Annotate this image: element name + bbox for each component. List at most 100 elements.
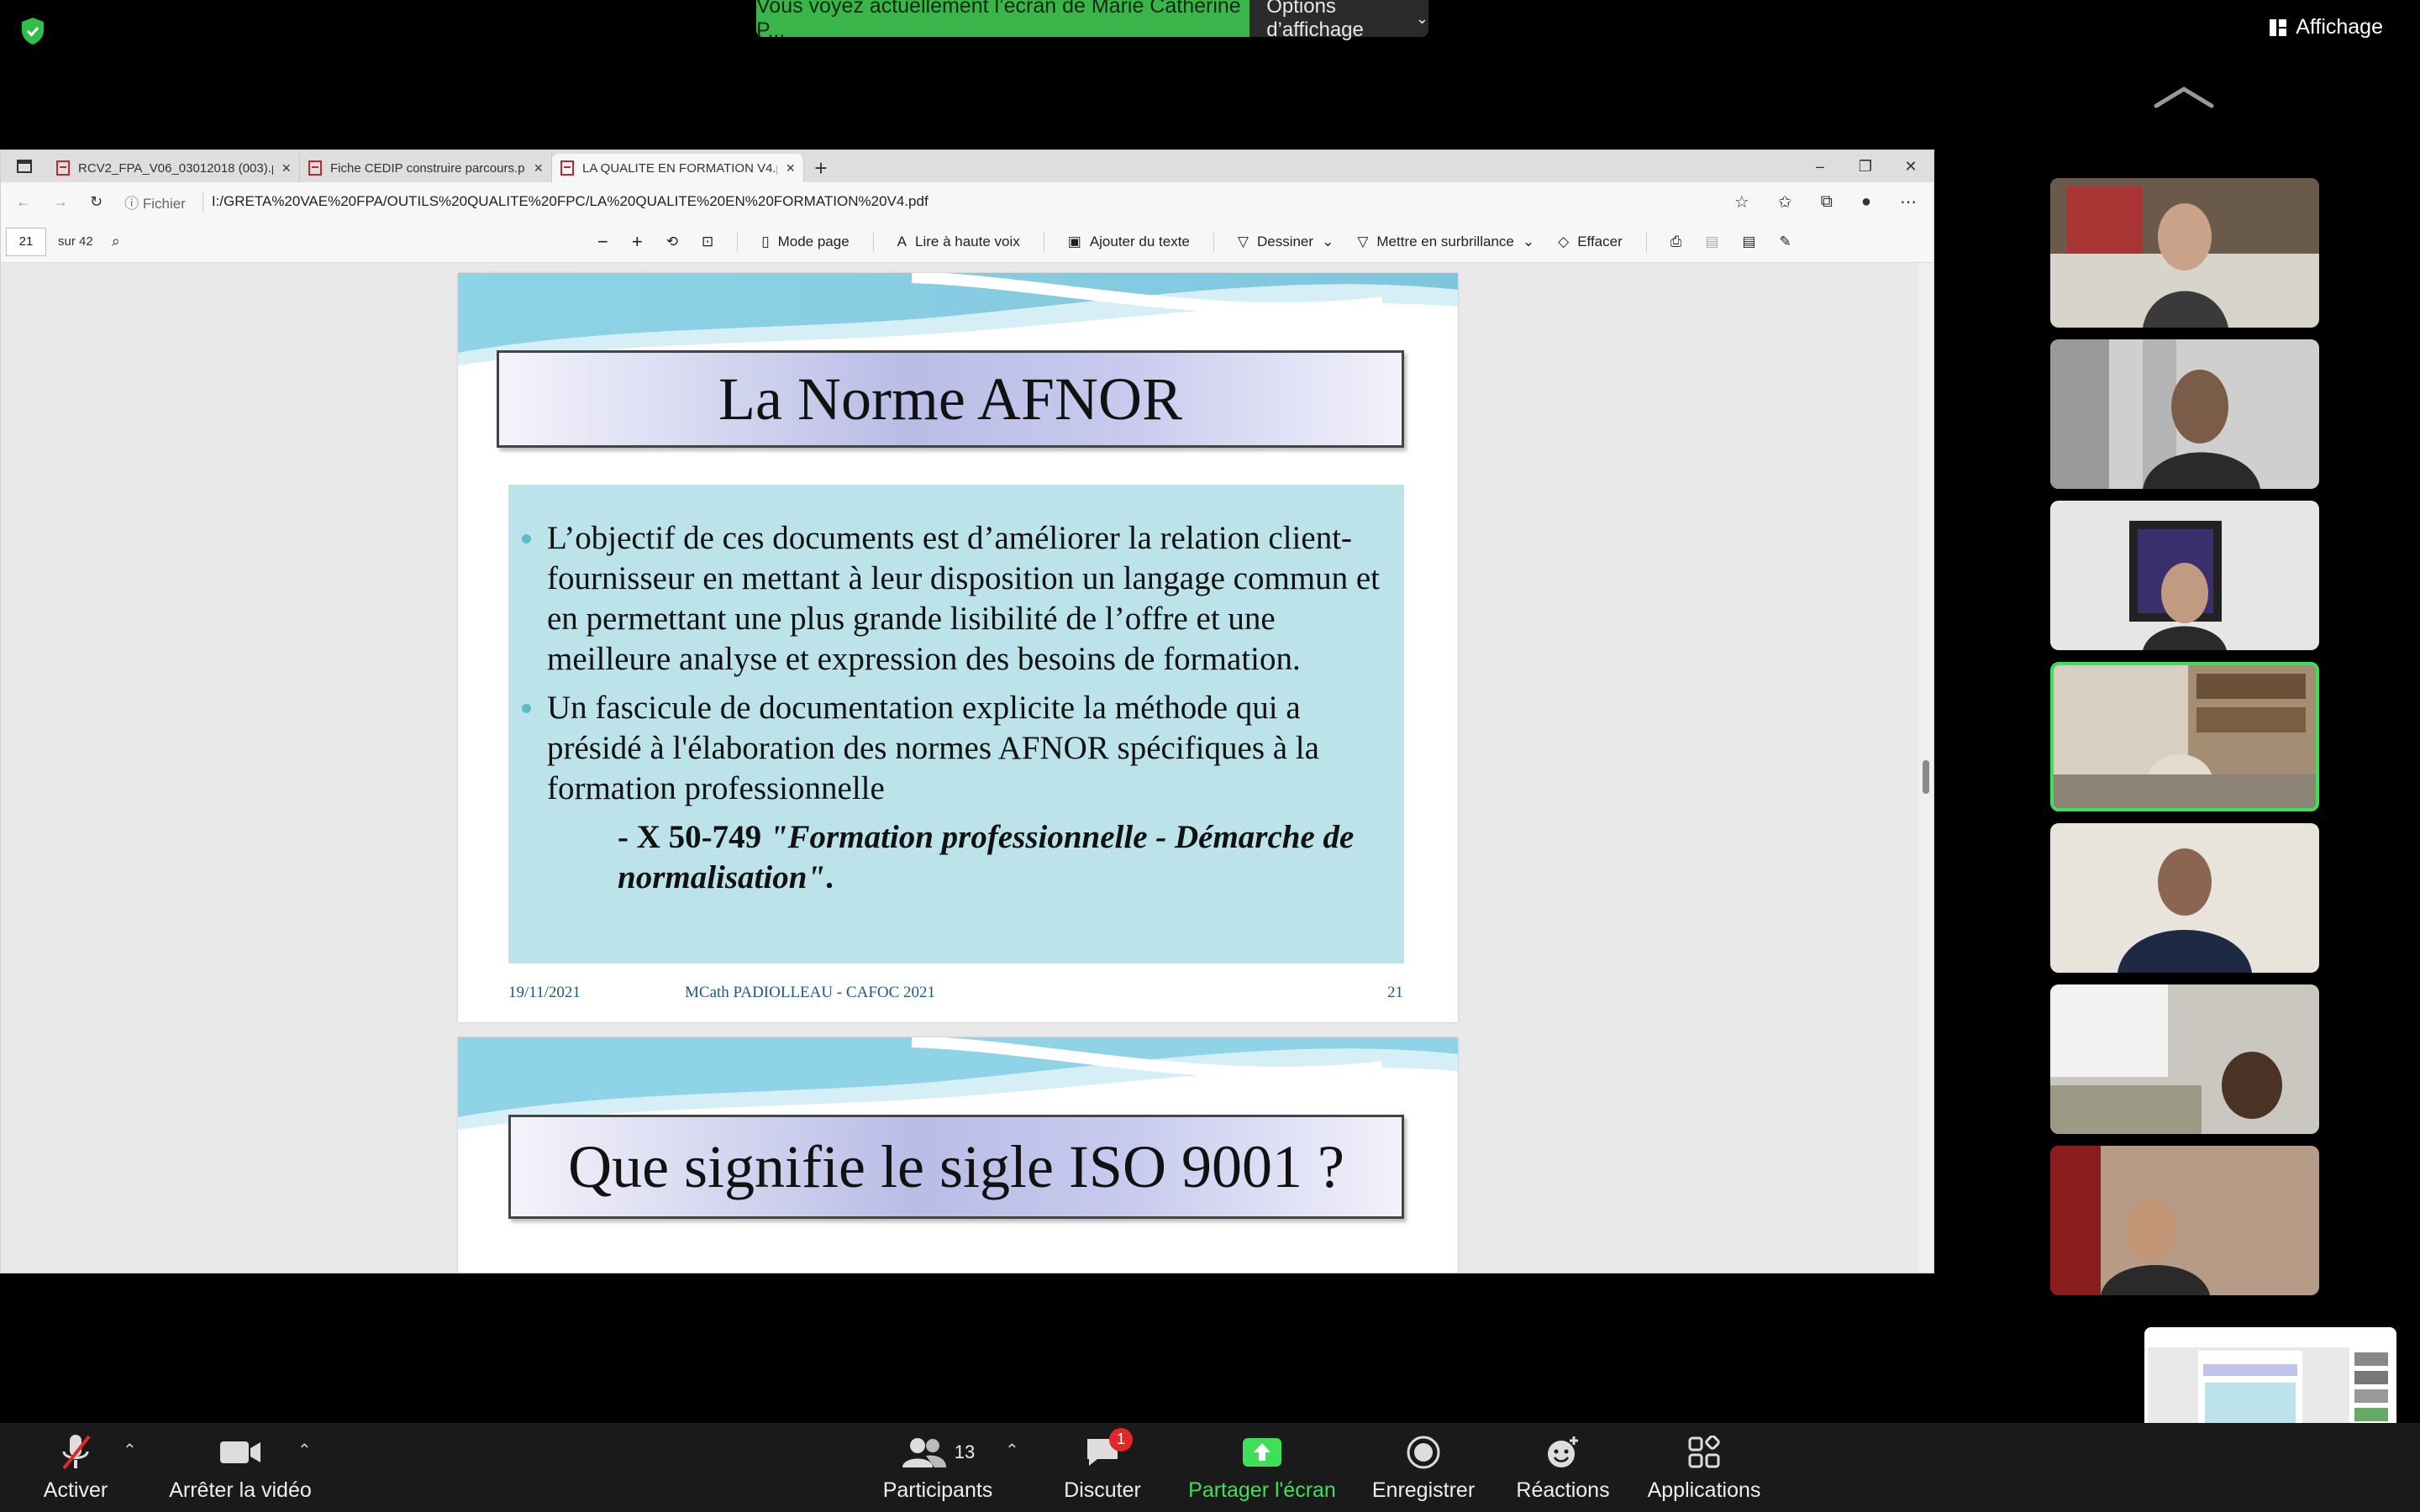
book-icon: ▯	[761, 234, 770, 249]
chevron-down-icon[interactable]: ⌄	[1523, 234, 1534, 250]
search-icon[interactable]: ⌕	[112, 233, 120, 250]
read-aloud-button[interactable]: A Lire à haute voix	[897, 234, 1020, 250]
participant-video-icon	[2054, 665, 2316, 808]
minimize-icon[interactable]: –	[1797, 150, 1843, 182]
close-tab-icon[interactable]: ×	[534, 160, 543, 177]
share-screen-label: Partager l'écran	[1188, 1478, 1336, 1502]
view-button-label: Affichage	[2296, 15, 2383, 39]
tab-qualite-formation[interactable]: LA QUALITE EN FORMATION V4.pdf ×	[552, 154, 804, 182]
tab-actions-icon[interactable]	[1, 150, 48, 182]
participant-video-tile[interactable]	[2050, 501, 2319, 650]
zoom-out-icon[interactable]: −	[597, 231, 608, 253]
participant-video-tile[interactable]	[2050, 339, 2319, 489]
pdf-page-22: Que signifie le sigle ISO 9001 ?	[458, 1037, 1458, 1273]
tab-strip: RCV2_FPA_V06_03012018 (003).pdf × Fiche …	[1, 150, 1933, 182]
chevron-up-icon[interactable]	[2153, 84, 2215, 109]
rotate-icon[interactable]: ⟲	[666, 234, 678, 250]
text-box-icon: ▣	[1067, 234, 1081, 249]
close-tab-icon[interactable]: ×	[786, 160, 795, 177]
unmute-button[interactable]: Activer	[34, 1423, 118, 1512]
add-text-label: Ajouter du texte	[1089, 234, 1190, 249]
stop-video-button[interactable]: Arrêter la vidéo	[165, 1423, 316, 1512]
participant-video-icon	[2050, 501, 2319, 650]
participants-button[interactable]: 13 Participants	[879, 1423, 997, 1512]
chat-button[interactable]: 1 Discuter	[1052, 1423, 1153, 1512]
view-options-button[interactable]: Options d’affichage ⌄	[1249, 0, 1428, 41]
window-controls: – ❐ ✕	[1797, 150, 1933, 182]
highlight-button[interactable]: ▽ Mettre en surbrillance ⌄	[1357, 234, 1534, 250]
back-icon[interactable]: ←	[16, 193, 31, 211]
tab-label: Fiche CEDIP construire parcours.pdf	[330, 160, 526, 176]
apps-button[interactable]: Applications	[1639, 1423, 1770, 1512]
chevron-up-icon[interactable]: ⌃	[297, 1440, 312, 1461]
participant-video-icon	[2050, 984, 2319, 1134]
slide-content: L’objectif de ces documents est d’amélio…	[508, 485, 1404, 963]
save-icon[interactable]: ▤	[1705, 234, 1718, 250]
pin-toolbar-icon[interactable]: ✎	[1779, 234, 1791, 250]
apps-label: Applications	[1647, 1478, 1761, 1502]
favorites-icon[interactable]: ✩	[1778, 192, 1792, 213]
chevron-up-icon[interactable]: ⌃	[123, 1440, 137, 1461]
participants-label: Participants	[882, 1478, 993, 1502]
highlighter-icon: ▽	[1357, 234, 1369, 249]
slide-title: La Norme AFNOR	[497, 350, 1404, 448]
participants-icon: 13	[901, 1433, 975, 1472]
pdf-viewer[interactable]: La Norme AFNOR L’objectif de ces documen…	[1, 263, 1920, 1273]
scrollbar-thumb[interactable]	[1923, 760, 1929, 794]
profile-icon[interactable]: ●	[1861, 192, 1871, 212]
fit-page-icon[interactable]: ⊡	[702, 234, 713, 250]
site-info[interactable]: ⓘ Fichier	[124, 191, 203, 213]
vertical-scrollbar[interactable]	[1918, 263, 1933, 1273]
save-as-icon[interactable]: ▤	[1742, 234, 1755, 250]
share-screen-icon	[1241, 1433, 1283, 1472]
erase-button[interactable]: ◇ Effacer	[1558, 234, 1623, 250]
norm-code: - X 50-749	[618, 819, 770, 855]
print-icon[interactable]: ⎙	[1670, 234, 1682, 250]
tab-fiche-cedip[interactable]: Fiche CEDIP construire parcours.pdf ×	[300, 154, 552, 182]
more-icon[interactable]: ⋯	[1900, 192, 1917, 213]
pdf-page-21: La Norme AFNOR L’objectif de ces documen…	[458, 273, 1458, 1022]
divider	[1213, 232, 1214, 252]
screen-share-banner: Vous voyez actuellement l’écran de Marie…	[756, 0, 1428, 42]
pdf-toolbar: 21 sur 42 ⌕ − + ⟲ ⊡ ▯ Mode page A Lire à h…	[1, 221, 1933, 263]
zoom-meeting-window: Vous voyez actuellement l’écran de Marie…	[0, 0, 2420, 1512]
chat-icon: 1	[1084, 1427, 1133, 1472]
chevron-up-icon[interactable]: ⌃	[1005, 1440, 1019, 1461]
forward-icon[interactable]: →	[53, 193, 68, 211]
view-button[interactable]: Affichage	[2269, 15, 2383, 39]
reactions-button[interactable]: Réactions	[1512, 1423, 1613, 1512]
pdf-tools: − + ⟲ ⊡ ▯ Mode page A Lire à haute voix ▣ A…	[597, 221, 1791, 263]
close-window-icon[interactable]: ✕	[1888, 150, 1933, 182]
close-tab-icon[interactable]: ×	[281, 160, 291, 177]
meeting-toolbar: Activer ⌃ Arrêter la vidéo ⌃ 13 Particip…	[0, 1423, 2420, 1512]
refresh-icon[interactable]: ↻	[90, 193, 103, 211]
add-text-button[interactable]: ▣ Ajouter du texte	[1068, 234, 1190, 250]
participant-video-tile[interactable]	[2050, 984, 2319, 1134]
tab-label: RCV2_FPA_V06_03012018 (003).pdf	[78, 160, 274, 176]
chevron-down-icon[interactable]: ⌄	[1322, 234, 1334, 250]
address-bar[interactable]: ⓘ Fichier I:/GRETA%20VAE%20FPA/OUTILS%20…	[124, 191, 929, 213]
bullet-item: Un fascicule de documentation explicite …	[522, 688, 1387, 809]
shield-check-icon[interactable]	[20, 17, 45, 45]
new-tab-button[interactable]: +	[804, 154, 838, 182]
page-view-button[interactable]: ▯ Mode page	[761, 234, 849, 250]
collections-icon[interactable]: ⧉	[1821, 192, 1833, 212]
tab-rcv2[interactable]: RCV2_FPA_V06_03012018 (003).pdf ×	[48, 154, 300, 182]
share-message: Vous voyez actuellement l’écran de Marie…	[756, 0, 1250, 42]
page-number-input[interactable]: 21	[6, 227, 46, 256]
share-screen-button[interactable]: Partager l'écran	[1178, 1423, 1346, 1512]
participant-video-tile[interactable]	[2050, 178, 2319, 328]
draw-button[interactable]: ▽ Dessiner ⌄	[1238, 234, 1334, 250]
restore-icon[interactable]: ❐	[1843, 150, 1888, 182]
divider	[737, 232, 739, 252]
record-label: Enregistrer	[1371, 1478, 1476, 1502]
stop-video-label: Arrêter la vidéo	[169, 1478, 312, 1502]
norm-reference: - X 50-749 "Formation professionnelle - …	[547, 817, 1387, 898]
zoom-in-icon[interactable]: +	[632, 231, 643, 253]
participant-video-tile[interactable]	[2050, 823, 2319, 973]
record-button[interactable]: Enregistrer	[1371, 1423, 1476, 1512]
participant-video-tile[interactable]	[2050, 1146, 2319, 1295]
participant-video-tile-speaking[interactable]	[2050, 662, 2319, 811]
draw-label: Dessiner	[1256, 234, 1314, 249]
add-favorite-icon[interactable]: ☆	[1734, 192, 1749, 213]
